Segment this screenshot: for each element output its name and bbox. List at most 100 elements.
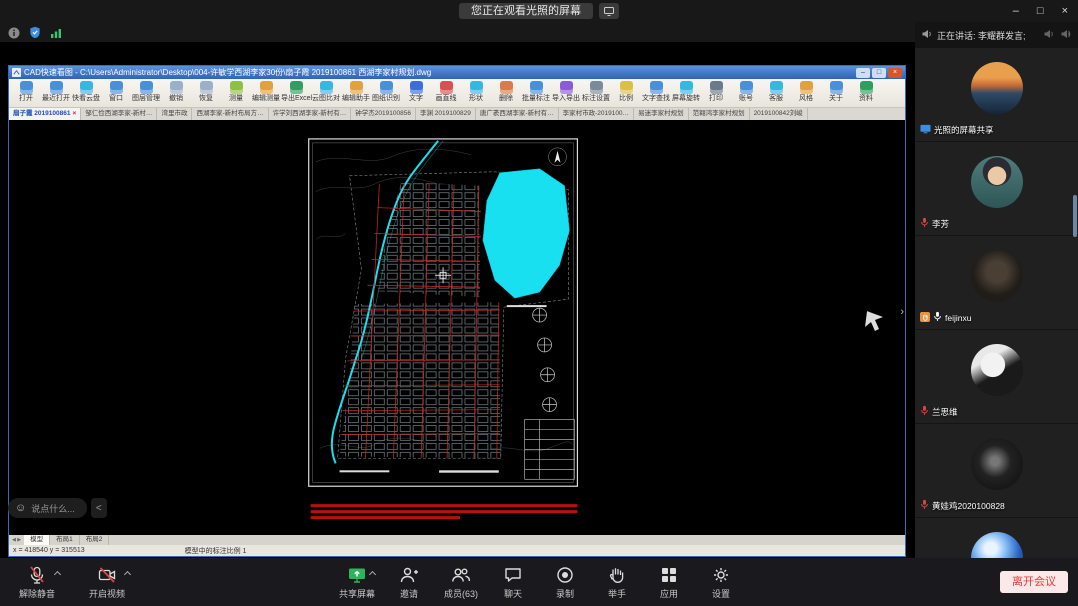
cad-toolbar-button[interactable]: 删除 [491, 80, 521, 106]
cad-toolbar-button[interactable]: 打印 [701, 80, 731, 106]
cad-toolbar-button[interactable]: 导出Excel [281, 80, 311, 106]
cad-drawing-tab[interactable]: 易迷李家村规划 [634, 108, 689, 120]
members-button[interactable]: 成员(63) [439, 564, 483, 600]
emoji-icon[interactable] [15, 502, 26, 514]
participant-tile-screen-share[interactable]: 光照的屏幕共享 [915, 48, 1078, 141]
cad-drawing-tab[interactable]: 许学刘西湖李家-新村有… [269, 108, 352, 120]
cad-toolbar-button[interactable]: 文字 [401, 80, 431, 106]
cad-toolbar-button[interactable]: 快看云盘 [71, 80, 101, 106]
sheet-nav-icons[interactable] [9, 535, 24, 545]
cad-drawing-tab-label: 范翱鸿李家村规划 [693, 110, 745, 117]
apps-button[interactable]: 应用 [647, 564, 691, 600]
avatar [971, 250, 1023, 302]
chat-button[interactable]: 聊天 [491, 564, 535, 600]
cad-drawing-tab[interactable]: 李渊 2019100829 [416, 108, 476, 120]
chat-icon [491, 564, 535, 585]
sheet-tab[interactable]: 布局2 [80, 535, 110, 545]
cad-title-bar[interactable]: CAD快速看图 - C:\Users\Administrator\Desktop… [9, 66, 905, 79]
cad-toolbar-button[interactable]: 最近打开 [41, 80, 71, 106]
cad-minimize-button[interactable]: – [856, 68, 870, 78]
cad-tool-icon [110, 81, 123, 94]
cad-drawing-tab[interactable]: 邹仁俭西湖李家-新村… [81, 108, 157, 120]
cad-toolbar-button[interactable]: 屏幕旋转 [671, 80, 701, 106]
tab-close-icon[interactable] [72, 110, 76, 117]
audio-share-icon[interactable] [1060, 28, 1072, 42]
cad-toolbar-button[interactable]: 测量 [221, 80, 251, 106]
cad-drawing-tab[interactable]: 扇子霞 2019100861 [9, 108, 81, 120]
cad-close-button[interactable]: × [888, 68, 902, 78]
cad-toolbar-button[interactable]: 比例 [611, 80, 641, 106]
cad-toolbar-button[interactable]: 图纸识别 [371, 80, 401, 106]
cad-toolbar-button[interactable]: 账号 [731, 80, 761, 106]
mic-muted-icon [920, 499, 929, 512]
cad-toolbar-button[interactable]: 打开 [11, 80, 41, 106]
cad-toolbar-button[interactable]: 批量标注 [521, 80, 551, 106]
maximize-button[interactable]: □ [1037, 0, 1044, 22]
cad-toolbar-button[interactable]: 编辑测量 [251, 80, 281, 106]
participant-tile[interactable]: 黄娃鸡2020100828 [915, 424, 1078, 517]
share-screen-button[interactable]: 共享屏幕 [335, 564, 379, 600]
cad-canvas[interactable] [9, 120, 905, 535]
cad-tool-label: 打印 [701, 94, 731, 103]
cad-toolbar-button[interactable]: 恢复 [191, 80, 221, 106]
participant-tile[interactable] [915, 518, 1078, 558]
leave-meeting-button[interactable]: 离开会议 [1000, 571, 1068, 593]
apps-label: 应用 [647, 587, 691, 600]
chat-quick-input[interactable]: 说点什么... [8, 498, 87, 518]
close-button[interactable]: × [1062, 0, 1068, 22]
cad-tool-icon [530, 81, 543, 94]
cad-tool-icon [800, 81, 813, 94]
participant-tile[interactable]: 兰思维 [915, 330, 1078, 423]
cad-drawing-tab[interactable]: 西湖李家-新村布局方… [192, 108, 268, 120]
cad-maximize-button[interactable]: □ [872, 68, 886, 78]
cad-drawing-tab-label: 李家村市政-2019100… [563, 110, 629, 117]
raise-hand-button[interactable]: 举手 [595, 564, 639, 600]
cad-drawing-tab[interactable]: 钟学杰2019100856 [351, 108, 416, 120]
sheet-tab[interactable]: 模型 [24, 535, 50, 545]
cad-toolbar-button[interactable]: 客服 [761, 80, 791, 106]
start-video-button[interactable]: 开启视频 [80, 564, 134, 600]
cad-drawing-tab[interactable]: 范翱鸿李家村规划 [689, 108, 750, 120]
cad-toolbar-button[interactable]: 资料 [851, 80, 881, 106]
cad-tool-label: 批量标注 [521, 94, 551, 103]
cad-toolbar-button[interactable]: 导入导出 [551, 80, 581, 106]
volume-icon[interactable] [1043, 28, 1055, 42]
cad-drawing-tab[interactable]: 2019100842刘峻 [750, 108, 808, 120]
minimize-button[interactable]: – [1013, 0, 1019, 22]
chat-collapse-button[interactable]: < [91, 498, 107, 518]
cad-drawing-tab[interactable]: 李家村市政-2019100… [559, 108, 634, 120]
cad-drawing-tab[interactable]: 唐广袤西湖李家-新村有… [476, 108, 559, 120]
cad-toolbar-button[interactable]: 关于 [821, 80, 851, 106]
chat-placeholder: 说点什么... [31, 502, 75, 515]
cad-tool-icon [380, 81, 393, 94]
speaking-indicator-icon [921, 28, 933, 42]
unmute-button[interactable]: 解除静音 [10, 564, 64, 600]
record-button[interactable]: 录制 [543, 564, 587, 600]
invite-icon [387, 564, 431, 585]
cad-toolbar-button[interactable]: 窗口 [101, 80, 131, 106]
cad-toolbar-button[interactable]: 形状 [461, 80, 491, 106]
avatar [971, 344, 1023, 396]
cad-tool-icon [770, 81, 783, 94]
cad-toolbar-button[interactable]: 风格 [791, 80, 821, 106]
cad-toolbar-button[interactable]: 云图比对 [311, 80, 341, 106]
settings-button[interactable]: 设置 [699, 564, 743, 600]
cad-toolbar-button[interactable]: 图层管理 [131, 80, 161, 106]
participant-tile[interactable]: feijinxu [915, 236, 1078, 329]
sheet-tab[interactable]: 布局1 [50, 535, 80, 545]
cad-drawing-tab-label: 李渊 2019100829 [420, 110, 471, 117]
cad-tool-label: 撤销 [161, 94, 191, 103]
invite-button[interactable]: 邀请 [387, 564, 431, 600]
side-panel-expand-arrow[interactable] [900, 306, 904, 318]
cad-toolbar-button[interactable]: 文字查找 [641, 80, 671, 106]
cad-toolbar-button[interactable]: 画直线 [431, 80, 461, 106]
sidebar-scrollbar[interactable] [1073, 195, 1077, 237]
cad-toolbar-button[interactable]: 撤销 [161, 80, 191, 106]
cad-tool-label: 导入导出 [551, 94, 581, 103]
banner-display-settings-icon[interactable] [599, 3, 619, 19]
cad-toolbar-button[interactable]: 标注设置 [581, 80, 611, 106]
cad-drawing-tab[interactable]: 湾里市政 [157, 108, 192, 120]
participant-tile[interactable]: 李芳 [915, 142, 1078, 235]
cad-toolbar-button[interactable]: 编辑助手 [341, 80, 371, 106]
cad-tool-icon [740, 81, 753, 94]
